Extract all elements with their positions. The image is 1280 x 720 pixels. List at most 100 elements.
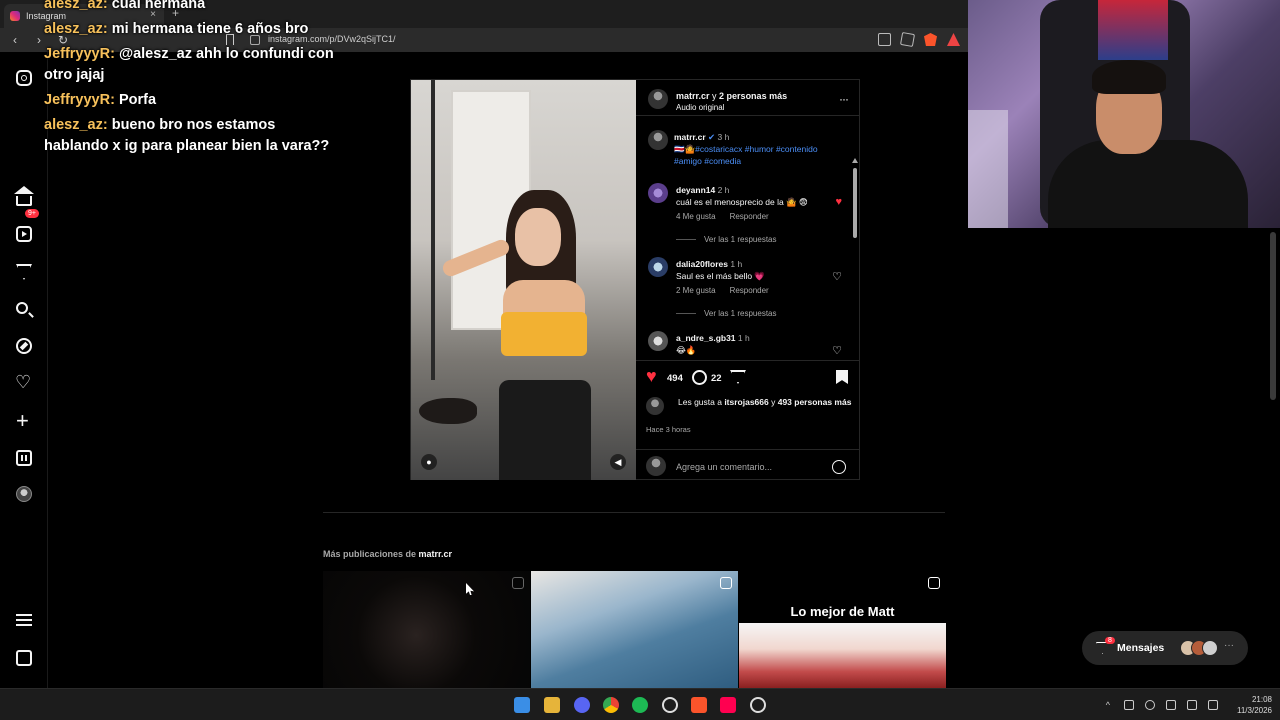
comment-avatar[interactable] [648,183,668,203]
caption-time: 3 h [717,132,730,142]
comment-count: 22 [711,373,722,384]
comment: deyann14 2 h cuál es el menosprecio de l… [676,184,860,208]
more-menu-icon[interactable] [16,614,32,626]
post-card: ● ◀ matrr.cr y 2 personas más Audio orig… [410,79,860,480]
more-posts-user[interactable]: matrr.cr [419,549,453,559]
post-authors[interactable]: matrr.cr y 2 personas más [676,91,787,101]
instagram-logo-icon[interactable] [16,70,32,86]
cam-hair [1092,60,1166,94]
back-button[interactable]: ‹ [6,31,24,49]
reel-video[interactable]: ● ◀ [411,80,636,480]
view-replies-button[interactable]: Ver las 1 respuestas [676,309,776,318]
clock[interactable]: 21:08 11/3/2026 [1237,694,1272,716]
comment-user[interactable]: dalia20flores [676,259,728,269]
windows-start-icon[interactable] [514,697,530,713]
settings-gear-icon[interactable] [662,697,678,713]
direct-messages-icon[interactable] [16,264,32,280]
cast-icon[interactable] [878,33,891,46]
share-send-icon[interactable] [730,370,746,384]
audio-label[interactable]: Audio original [676,103,724,112]
spotify-icon[interactable] [632,697,648,713]
search-icon[interactable] [16,302,28,314]
comment-avatar[interactable] [648,257,668,277]
messages-button[interactable]: 8 Mensajes ··· [1082,631,1248,665]
obs-icon[interactable] [750,697,766,713]
reel-icon [720,577,732,589]
comment-avatar[interactable] [648,331,668,351]
emoji-icon[interactable] [832,460,846,474]
comments-scrollbar[interactable] [852,158,858,360]
cam-lamp [968,110,1008,228]
author-avatar[interactable] [648,89,668,109]
comment-like-heart-icon[interactable]: ♡ [832,344,842,357]
author-name[interactable]: matrr.cr [676,91,710,101]
instagram-favicon-icon [10,11,20,21]
post-thumbnail[interactable]: Lo mejor de Matt [739,571,946,688]
video-person-top [501,312,587,356]
video-person-face [515,208,561,266]
notifications-heart-icon[interactable] [15,372,32,393]
add-comment-input[interactable]: Agrega un comentario... [676,462,772,472]
verified-icon: ✔ [708,132,716,142]
comment-bubble-icon[interactable] [692,370,707,385]
save-bookmark-icon[interactable] [836,370,848,384]
browser-toolbar-icons [878,31,960,48]
comment-likes[interactable]: 2 Me gusta [676,286,716,295]
file-explorer-icon[interactable] [544,697,560,713]
comment-time: 1 h [737,333,750,343]
reels-icon[interactable] [16,226,32,242]
comment-user[interactable]: deyann14 [676,185,715,195]
more-posts-prefix: Más publicaciones de [323,549,419,559]
reply-button[interactable]: Responder [730,212,769,221]
also-from-meta-icon[interactable] [16,650,32,666]
system-tray: ^ 21:08 11/3/2026 [1106,689,1272,720]
like-heart-icon[interactable]: ♥ [646,367,657,385]
caption-user[interactable]: matrr.cr [674,132,706,142]
tiktok-icon[interactable] [720,697,736,713]
home-icon[interactable] [14,186,34,208]
brave-rewards-icon[interactable] [947,33,960,46]
likes-user[interactable]: itsrojas666 [724,397,768,407]
caption-avatar[interactable] [648,130,668,150]
likes-others[interactable]: 493 personas más [778,397,852,407]
brave-shields-icon[interactable] [924,33,937,46]
reply-button[interactable]: Responder [730,286,769,295]
comment-likes[interactable]: 4 Me gusta [676,212,716,221]
discord-icon[interactable] [574,697,590,713]
view-replies-button[interactable]: Ver las 1 respuestas [676,235,776,244]
scroll-thumb[interactable] [853,168,857,238]
page-scrollbar[interactable] [1270,232,1276,400]
network-icon[interactable] [1187,700,1197,710]
volume-icon[interactable] [1208,700,1218,710]
share-icon[interactable] [899,31,916,48]
tagged-users-icon[interactable]: ● [421,454,437,470]
caption-hashtags[interactable]: #costaricacx #humor #contenido #amigo #c… [674,144,818,166]
mute-icon[interactable]: ◀ [610,454,626,470]
post-thumbnail[interactable] [531,571,738,688]
windows-taskbar: ^ 21:08 11/3/2026 [0,688,1280,720]
comment-user[interactable]: a_ndre_s.gb31 [676,333,736,343]
brave-browser-icon[interactable] [691,697,707,713]
pen-icon[interactable] [1166,700,1176,710]
contact-avatar [1202,640,1218,656]
post-thumbnail[interactable] [323,571,530,688]
profile-avatar-icon[interactable] [16,486,32,502]
comment-meta: 4 Me gusta Responder [676,212,783,221]
scroll-up-arrow-icon[interactable] [852,158,858,163]
more-options-icon[interactable]: ··· [839,92,849,106]
co-authors[interactable]: 2 personas más [719,91,787,101]
onedrive-icon[interactable] [1124,700,1134,710]
chrome-icon[interactable] [603,697,619,713]
messages-more-icon: ··· [1224,640,1234,651]
cam-poster [1098,0,1168,60]
comment-like-heart-icon[interactable]: ♡ [832,270,842,283]
clock-time: 21:08 [1251,695,1272,704]
comment-liked-heart-icon[interactable]: ♥ [835,196,842,208]
create-plus-icon[interactable] [16,408,32,434]
microphone-icon[interactable] [1145,700,1155,710]
explore-icon[interactable] [16,338,32,354]
reel-icon [512,577,524,589]
dashboard-icon[interactable] [16,450,32,466]
likes-summary[interactable]: Les gusta a itsrojas666 y 493 personas m… [678,397,853,408]
tray-expand-icon[interactable]: ^ [1106,700,1110,710]
